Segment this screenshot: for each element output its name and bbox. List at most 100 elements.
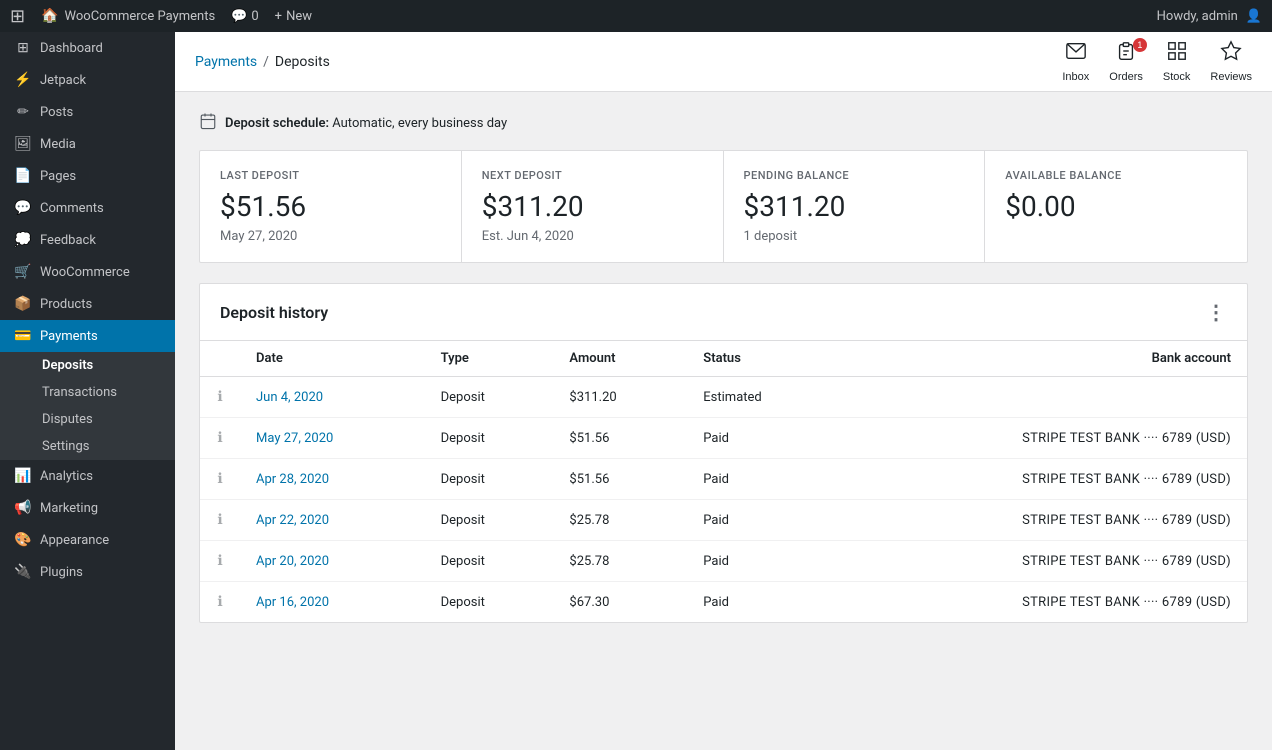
th-date[interactable]: Date	[240, 341, 425, 377]
row-bank-account: STRIPE TEST BANK ···· 6789 (USD)	[840, 500, 1247, 541]
table-header-row: Date Type Amount Status Bank account	[200, 341, 1247, 377]
row-info-icon[interactable]: ℹ	[200, 541, 240, 582]
feedback-icon: 💭	[14, 232, 32, 248]
deposits-table: Date Type Amount Status Bank account ℹ J…	[200, 341, 1247, 622]
th-spacer	[200, 341, 240, 377]
submenu-transactions[interactable]: Transactions	[0, 379, 175, 406]
sidebar-item-woocommerce[interactable]: 🛒 WooCommerce	[0, 256, 175, 288]
row-date[interactable]: Jun 4, 2020	[240, 377, 425, 418]
row-type: Deposit	[425, 418, 554, 459]
row-date[interactable]: Apr 16, 2020	[240, 582, 425, 623]
row-bank-account: STRIPE TEST BANK ···· 6789 (USD)	[840, 582, 1247, 623]
sidebar-item-appearance[interactable]: 🎨 Appearance	[0, 524, 175, 556]
admin-user[interactable]: Howdy, admin 👤	[1157, 9, 1262, 24]
comment-icon: 💬	[231, 9, 247, 24]
sidebar-item-marketing[interactable]: 📢 Marketing	[0, 492, 175, 524]
row-amount: $311.20	[553, 377, 687, 418]
row-bank-account: STRIPE TEST BANK ···· 6789 (USD)	[840, 541, 1247, 582]
orders-button[interactable]: 1 Orders	[1109, 40, 1143, 83]
admin-avatar: 👤	[1246, 9, 1262, 24]
submenu-deposits[interactable]: Deposits	[0, 352, 175, 379]
breadcrumb-parent[interactable]: Payments	[195, 54, 257, 70]
row-date[interactable]: Apr 28, 2020	[240, 459, 425, 500]
comments-icon: 💬	[14, 200, 32, 216]
media-icon: 🖼	[14, 136, 32, 152]
inbox-button[interactable]: Inbox	[1062, 40, 1089, 83]
content-area: Payments / Deposits Inbox 1 Orders	[175, 32, 1272, 750]
th-bank-account[interactable]: Bank account	[840, 341, 1247, 377]
table-row: ℹ Jun 4, 2020 Deposit $311.20 Estimated	[200, 377, 1247, 418]
row-info-icon[interactable]: ℹ	[200, 500, 240, 541]
sidebar-item-payments[interactable]: 💳 Payments	[0, 320, 175, 352]
row-info-icon[interactable]: ℹ	[200, 377, 240, 418]
row-date[interactable]: May 27, 2020	[240, 418, 425, 459]
content-header: Payments / Deposits Inbox 1 Orders	[175, 32, 1272, 92]
site-name[interactable]: 🏠 WooCommerce Payments	[41, 8, 215, 24]
table-row: ℹ Apr 22, 2020 Deposit $25.78 Paid STRIP…	[200, 500, 1247, 541]
more-options-button[interactable]: ⋮	[1206, 300, 1227, 324]
stat-card-pending-balance: PENDING BALANCE $311.20 1 deposit	[724, 151, 986, 262]
sidebar-item-media[interactable]: 🖼 Media	[0, 128, 175, 160]
sidebar-item-dashboard[interactable]: ⊞ Dashboard	[0, 32, 175, 64]
submenu-disputes[interactable]: Disputes	[0, 406, 175, 433]
pending-balance-sub: 1 deposit	[744, 229, 965, 244]
stock-button[interactable]: Stock	[1163, 40, 1191, 83]
table-row: ℹ Apr 28, 2020 Deposit $51.56 Paid STRIP…	[200, 459, 1247, 500]
appearance-icon: 🎨	[14, 532, 32, 548]
sidebar-item-plugins[interactable]: 🔌 Plugins	[0, 556, 175, 588]
breadcrumb-current: Deposits	[275, 54, 330, 70]
row-status: Paid	[687, 500, 840, 541]
wp-logo-icon: ⊞	[10, 6, 25, 27]
row-type: Deposit	[425, 377, 554, 418]
row-type: Deposit	[425, 500, 554, 541]
sidebar-item-jetpack[interactable]: ⚡ Jetpack	[0, 64, 175, 96]
new-button[interactable]: + New	[275, 9, 312, 24]
submenu-settings[interactable]: Settings	[0, 433, 175, 460]
deposit-schedule-label: Deposit schedule: Automatic, every busin…	[225, 116, 507, 131]
sidebar-item-products[interactable]: 📦 Products	[0, 288, 175, 320]
row-amount: $67.30	[553, 582, 687, 623]
row-amount: $25.78	[553, 500, 687, 541]
row-date[interactable]: Apr 22, 2020	[240, 500, 425, 541]
th-type[interactable]: Type	[425, 341, 554, 377]
table-row: ℹ Apr 20, 2020 Deposit $25.78 Paid STRIP…	[200, 541, 1247, 582]
inbox-icon	[1065, 40, 1087, 68]
site-title: WooCommerce Payments	[65, 9, 216, 24]
inbox-label: Inbox	[1062, 71, 1089, 83]
sidebar-item-posts[interactable]: ✏ Posts	[0, 96, 175, 128]
last-deposit-sub: May 27, 2020	[220, 229, 441, 244]
stat-card-next-deposit: NEXT DEPOSIT $311.20 Est. Jun 4, 2020	[462, 151, 724, 262]
row-date[interactable]: Apr 20, 2020	[240, 541, 425, 582]
next-deposit-sub: Est. Jun 4, 2020	[482, 229, 703, 244]
available-balance-value: $0.00	[1005, 190, 1227, 223]
sidebar-item-comments[interactable]: 💬 Comments	[0, 192, 175, 224]
home-icon: 🏠	[41, 8, 58, 24]
dashboard-icon: ⊞	[14, 40, 32, 56]
sidebar-item-feedback[interactable]: 💭 Feedback	[0, 224, 175, 256]
comments-count[interactable]: 💬 0	[231, 9, 259, 24]
stock-label: Stock	[1163, 71, 1191, 83]
reviews-button[interactable]: Reviews	[1210, 40, 1252, 83]
th-status[interactable]: Status	[687, 341, 840, 377]
row-info-icon[interactable]: ℹ	[200, 459, 240, 500]
row-info-icon[interactable]: ℹ	[200, 582, 240, 623]
row-status: Paid	[687, 459, 840, 500]
sidebar-item-analytics[interactable]: 📊 Analytics	[0, 460, 175, 492]
next-deposit-value: $311.20	[482, 190, 703, 223]
row-amount: $25.78	[553, 541, 687, 582]
stat-card-available-balance: AVAILABLE BALANCE $0.00	[985, 151, 1247, 262]
row-bank-account: STRIPE TEST BANK ···· 6789 (USD)	[840, 418, 1247, 459]
pending-balance-label: PENDING BALANCE	[744, 169, 965, 182]
th-amount[interactable]: Amount	[553, 341, 687, 377]
posts-icon: ✏	[14, 104, 32, 120]
date-link: Apr 20, 2020	[256, 554, 329, 569]
reviews-icon	[1220, 40, 1242, 68]
sidebar-item-pages[interactable]: 📄 Pages	[0, 160, 175, 192]
pending-balance-value: $311.20	[744, 190, 965, 223]
orders-badge: 1	[1133, 38, 1147, 52]
marketing-icon: 📢	[14, 500, 32, 516]
header-actions: Inbox 1 Orders Stock	[1062, 40, 1252, 83]
date-link: May 27, 2020	[256, 431, 333, 446]
available-balance-label: AVAILABLE BALANCE	[1005, 169, 1227, 182]
row-info-icon[interactable]: ℹ	[200, 418, 240, 459]
